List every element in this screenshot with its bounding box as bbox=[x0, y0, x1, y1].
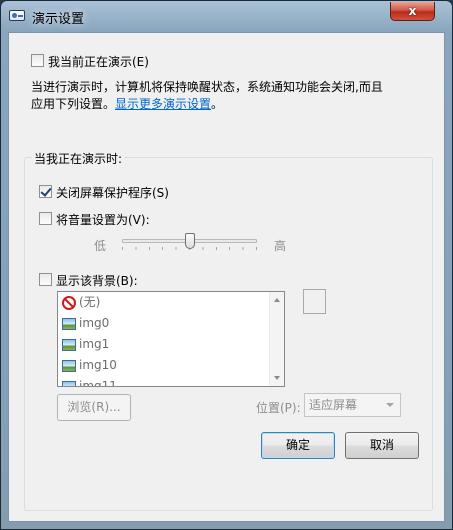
scroll-up-icon[interactable] bbox=[274, 298, 280, 302]
list-item[interactable]: (无) bbox=[62, 292, 100, 313]
image-icon bbox=[62, 359, 76, 372]
screensaver-checkbox[interactable] bbox=[39, 185, 52, 198]
window-frame: 演示设置 x 我当前正在演示(E) 当进行演示时，计算机将保持唤醒状态，系统通知… bbox=[0, 0, 453, 530]
window-title: 演示设置 bbox=[32, 12, 85, 27]
image-icon bbox=[62, 338, 76, 351]
description-line2: 应用下列设置。显示更多演示设置。 bbox=[31, 95, 223, 112]
title-bar[interactable]: 演示设置 x bbox=[1, 1, 452, 32]
position-label: 位置(P): bbox=[256, 401, 301, 415]
list-item[interactable]: img1 bbox=[62, 334, 109, 355]
image-icon bbox=[62, 317, 76, 330]
scroll-down-icon[interactable] bbox=[274, 376, 280, 380]
listbox-scrollbar[interactable] bbox=[269, 292, 284, 386]
list-item-label: (无) bbox=[79, 295, 101, 309]
list-item[interactable]: img10 bbox=[62, 355, 117, 376]
volume-slider-thumb[interactable] bbox=[184, 233, 195, 249]
volume-high-label: 高 bbox=[274, 239, 287, 253]
ok-button[interactable]: 确定 bbox=[261, 432, 335, 459]
close-button[interactable]: x bbox=[390, 2, 435, 21]
list-item[interactable]: img0 bbox=[62, 313, 109, 334]
list-item-label: img11 bbox=[79, 379, 117, 387]
description-period: 。 bbox=[211, 97, 224, 111]
dialog-body: 我当前正在演示(E) 当进行演示时，计算机将保持唤醒状态，系统通知功能会关闭,而… bbox=[8, 32, 445, 522]
no-entry-icon bbox=[62, 295, 76, 310]
background-checkbox[interactable] bbox=[39, 273, 52, 286]
chevron-down-icon bbox=[386, 403, 394, 407]
description-line1: 当进行演示时，计算机将保持唤醒状态，系统通知功能会关闭,而且 bbox=[31, 80, 383, 94]
list-item-label: img1 bbox=[79, 337, 110, 351]
background-preview bbox=[303, 289, 326, 314]
volume-label[interactable]: 将音量设置为(V): bbox=[56, 211, 150, 228]
background-label[interactable]: 显示该背景(B): bbox=[56, 272, 138, 289]
description-line2-text: 应用下列设置。 bbox=[31, 97, 116, 111]
background-listbox[interactable]: (无) img0 img1 img10 img11 bbox=[57, 291, 285, 387]
group-label: 当我正在演示时: bbox=[32, 150, 125, 167]
presentation-settings-icon bbox=[9, 10, 25, 21]
position-select[interactable]: 适应屏幕 bbox=[304, 393, 401, 417]
more-settings-link[interactable]: 显示更多演示设置 bbox=[115, 97, 211, 111]
volume-checkbox[interactable] bbox=[39, 212, 52, 225]
browse-button[interactable]: 浏览(R)... bbox=[57, 394, 131, 421]
presenting-checkbox[interactable] bbox=[31, 54, 44, 67]
volume-low-label: 低 bbox=[94, 239, 107, 253]
list-item-label: img10 bbox=[79, 358, 117, 372]
presenting-label[interactable]: 我当前正在演示(E) bbox=[48, 53, 149, 70]
screensaver-label[interactable]: 关闭屏幕保护程序(S) bbox=[56, 184, 169, 201]
list-item-label: img0 bbox=[79, 316, 110, 330]
position-select-value: 适应屏幕 bbox=[309, 398, 358, 412]
cancel-button[interactable]: 取消 bbox=[345, 432, 419, 459]
list-item[interactable]: img11 bbox=[62, 376, 117, 387]
image-icon bbox=[62, 380, 76, 386]
